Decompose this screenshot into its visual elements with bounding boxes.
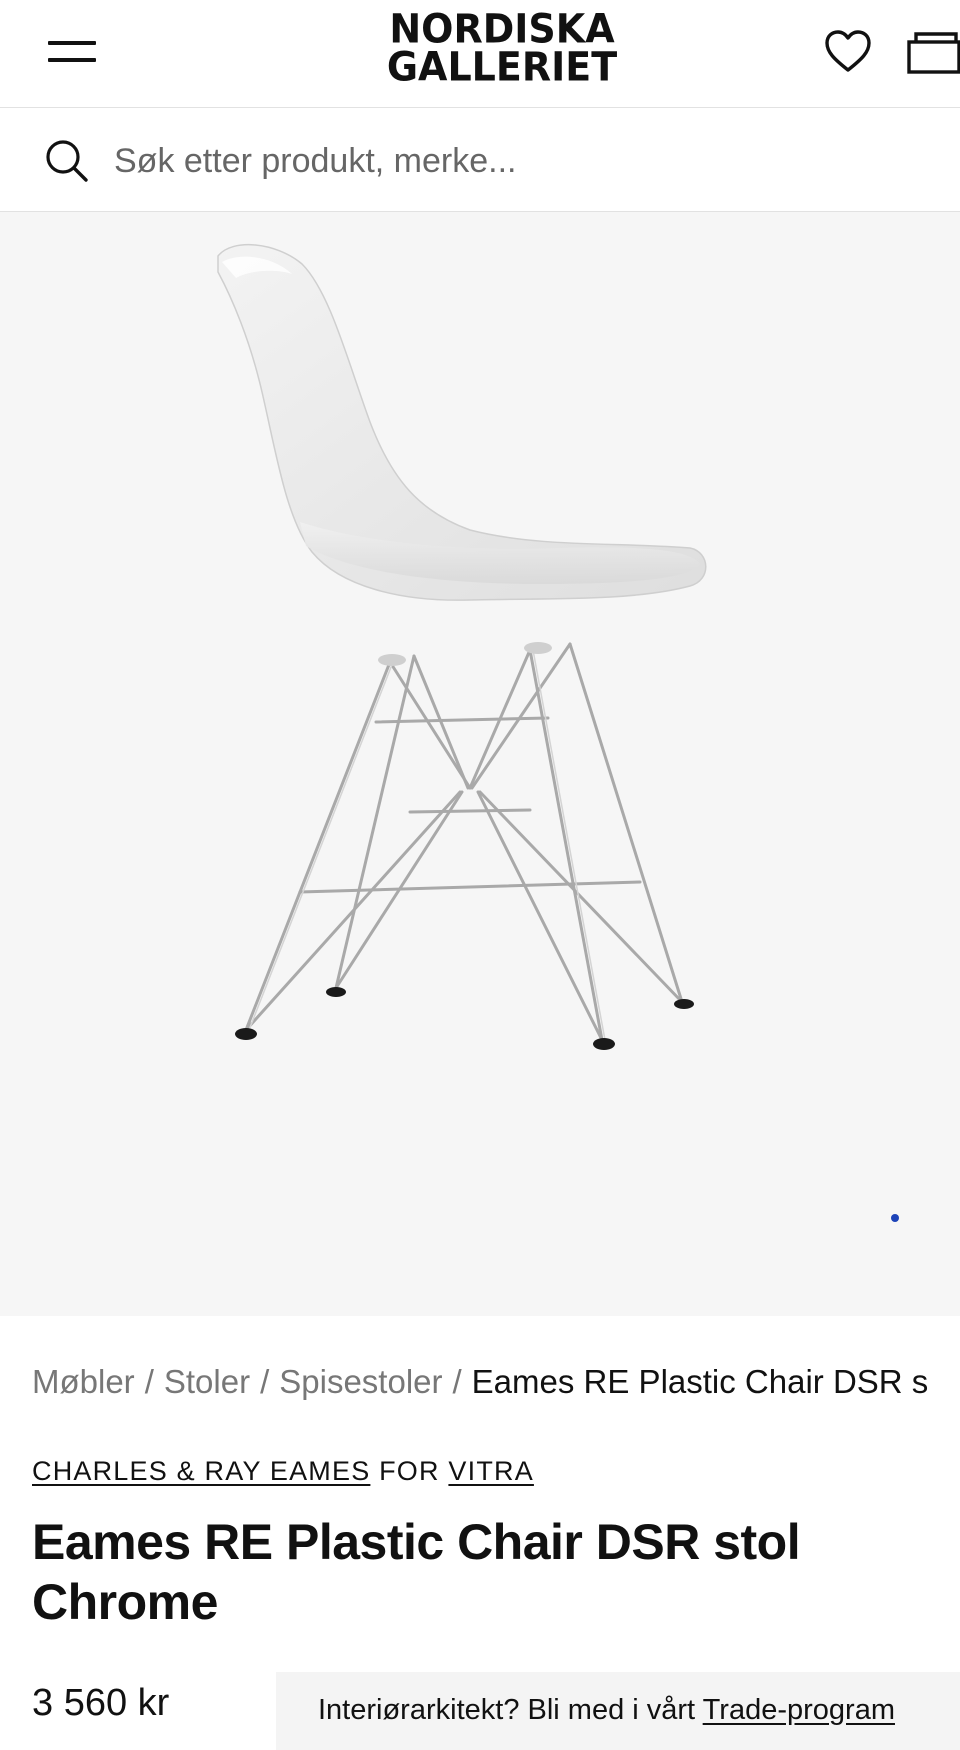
brand-link[interactable]: VITRA (448, 1456, 534, 1486)
gallery-pagination-dot[interactable] (891, 1214, 899, 1222)
menu-bar-top (48, 41, 96, 45)
trade-program-link[interactable]: Trade-program (703, 1694, 895, 1726)
search-icon[interactable] (44, 138, 90, 184)
logo-line-1: NORDISKA (389, 5, 615, 53)
search-input[interactable] (114, 134, 914, 188)
for-label: FOR (379, 1456, 440, 1486)
shopping-bag-icon[interactable] (906, 28, 960, 76)
designer-brand-line: CHARLES & RAY EAMES FOR VITRA (32, 1454, 534, 1488)
trade-banner-text: Interiørarkitekt? Bli med i vårt Trade-p… (318, 1692, 895, 1728)
trade-banner-message: Interiørarkitekt? Bli med i vårt (318, 1694, 696, 1726)
trade-program-banner: Interiørarkitekt? Bli med i vårt Trade-p… (276, 1672, 960, 1750)
search-bar (0, 108, 960, 212)
breadcrumb-separator: / (144, 1363, 154, 1400)
heart-icon[interactable] (822, 26, 874, 78)
product-title: Eames RE Plastic Chair DSR stol Chrome (32, 1514, 801, 1630)
designer-link[interactable]: CHARLES & RAY EAMES (32, 1456, 370, 1486)
site-header: NORDISKA GALLERIET (0, 0, 960, 108)
menu-bar-bottom (48, 58, 96, 62)
site-logo[interactable]: NORDISKA GALLERIET (344, 5, 660, 90)
breadcrumb: Møbler / Stoler / Spisestoler / Eames RE Plast… (32, 1362, 960, 1402)
hamburger-menu-icon[interactable] (48, 38, 98, 66)
breadcrumb-current: Eames RE Plastic Chair DSR s (471, 1363, 929, 1400)
product-gallery[interactable] (0, 212, 960, 1316)
product-price: 3 560 kr (32, 1682, 170, 1724)
logo-line-2: GALLERIET (386, 43, 618, 90)
product-image (217, 243, 707, 1050)
breadcrumb-separator: / (452, 1363, 462, 1400)
breadcrumb-item-mobler[interactable]: Møbler (32, 1363, 135, 1400)
breadcrumb-separator: / (260, 1363, 270, 1400)
breadcrumb-item-spisestoler[interactable]: Spisestoler (279, 1363, 442, 1400)
breadcrumb-item-stoler[interactable]: Stoler (164, 1363, 250, 1400)
